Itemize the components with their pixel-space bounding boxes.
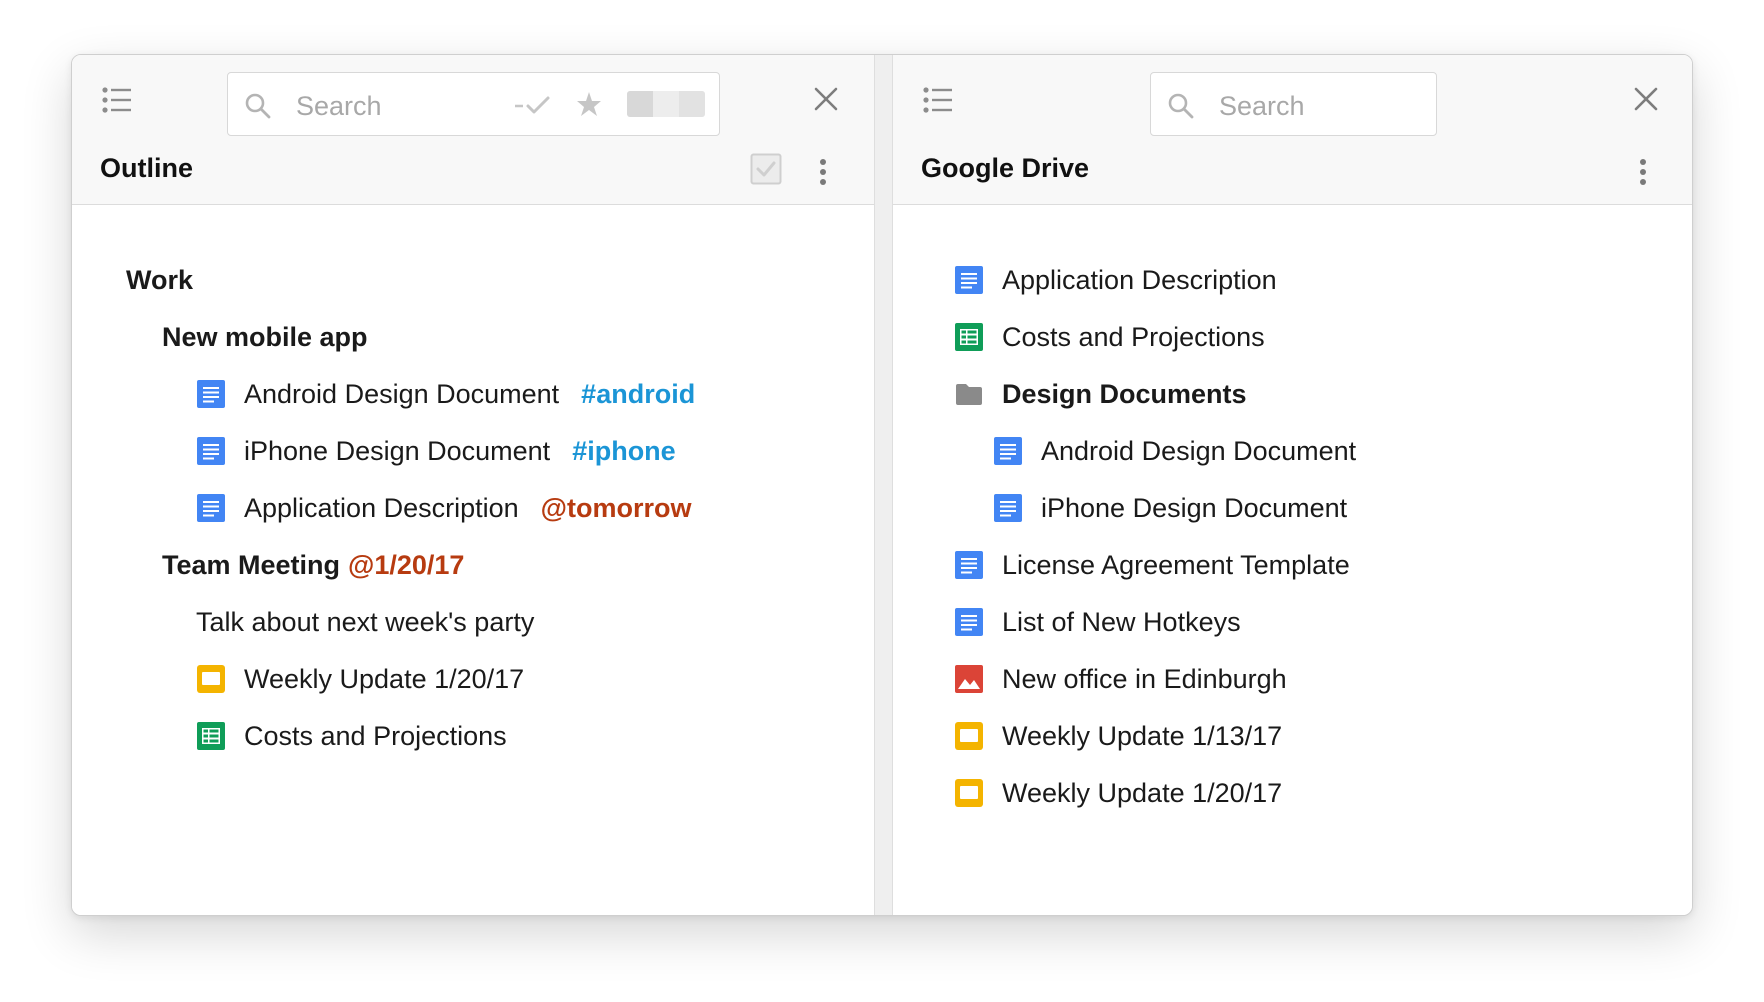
google-docs-icon xyxy=(954,265,984,295)
item-label: Work xyxy=(126,264,194,295)
list-view-icon[interactable] xyxy=(922,85,954,115)
google-docs-icon xyxy=(993,436,1023,466)
google-sheets-icon xyxy=(954,322,984,352)
google-docs-icon xyxy=(954,550,984,580)
view-toggle[interactable] xyxy=(627,91,705,117)
item-label: Android Design Document xyxy=(244,378,560,409)
date-mention[interactable]: @1/20/17 xyxy=(348,550,464,581)
drive-file[interactable]: License Agreement Template xyxy=(954,545,1350,585)
outline-search-box[interactable]: Search xyxy=(227,72,720,136)
outline-item[interactable]: New mobile app xyxy=(162,317,368,357)
more-menu-icon[interactable] xyxy=(1637,157,1649,187)
google-docs-icon xyxy=(196,493,226,523)
google-slides-icon xyxy=(954,778,984,808)
google-sheets-icon xyxy=(196,721,226,751)
file-name: Costs and Projections xyxy=(1002,321,1265,352)
pane-divider[interactable] xyxy=(874,55,893,915)
search-icon xyxy=(244,92,272,120)
outline-item[interactable]: Costs and Projections xyxy=(196,716,507,756)
close-icon[interactable] xyxy=(812,85,840,113)
item-label: Costs and Projections xyxy=(244,720,507,751)
folder-name: Design Documents xyxy=(1002,378,1247,409)
item-label: iPhone Design Document xyxy=(244,435,551,466)
pane-title: Outline xyxy=(100,153,193,183)
file-name: iPhone Design Document xyxy=(1041,492,1348,523)
drive-file[interactable]: List of New Hotkeys xyxy=(954,602,1241,642)
item-label: Talk about next week's party xyxy=(196,606,535,637)
item-label: Weekly Update 1/20/17 xyxy=(244,663,525,694)
google-slides-icon xyxy=(954,721,984,751)
hashtag[interactable]: #android xyxy=(581,379,695,410)
google-docs-icon xyxy=(196,379,226,409)
file-name: Android Design Document xyxy=(1041,435,1357,466)
drive-file[interactable]: Weekly Update 1/20/17 xyxy=(954,773,1282,813)
outline-item[interactable]: Team Meeting @1/20/17 xyxy=(162,545,464,585)
outline-item[interactable]: Application Description @tomorrow xyxy=(196,488,691,528)
app-window: Search Outline Work New mobile app Andro… xyxy=(71,54,1693,916)
file-name: Weekly Update 1/20/17 xyxy=(1002,777,1283,808)
date-mention[interactable]: @tomorrow xyxy=(541,493,692,524)
outline-item[interactable]: Talk about next week's party xyxy=(196,602,534,642)
drive-search-box[interactable]: Search xyxy=(1150,72,1437,136)
drive-folder[interactable]: Design Documents xyxy=(954,374,1247,414)
list-view-icon[interactable] xyxy=(101,85,133,115)
drive-file[interactable]: New office in Edinburgh xyxy=(954,659,1287,699)
outline-item[interactable]: Weekly Update 1/20/17 xyxy=(196,659,524,699)
google-slides-icon xyxy=(196,664,226,694)
drive-file[interactable]: Weekly Update 1/13/17 xyxy=(954,716,1282,756)
close-icon[interactable] xyxy=(1632,85,1660,113)
outline-pane-header: Search Outline xyxy=(72,55,874,205)
checkbox-square-icon[interactable] xyxy=(750,153,782,185)
google-docs-icon xyxy=(196,436,226,466)
drive-file[interactable]: Android Design Document xyxy=(993,431,1356,471)
outline-item[interactable]: Android Design Document #android xyxy=(196,374,695,414)
hashtag[interactable]: #iphone xyxy=(572,436,676,467)
search-input[interactable]: Search xyxy=(296,91,382,122)
file-name: Weekly Update 1/13/17 xyxy=(1002,720,1283,751)
outline-item[interactable]: Work xyxy=(126,260,193,300)
more-menu-icon[interactable] xyxy=(817,157,829,187)
drive-pane-header: Search Google Drive xyxy=(893,55,1692,205)
google-docs-icon xyxy=(993,493,1023,523)
outline-item[interactable]: iPhone Design Document #iphone xyxy=(196,431,676,471)
folder-icon xyxy=(954,379,984,409)
drive-file[interactable]: Application Description xyxy=(954,260,1277,300)
search-icon xyxy=(1167,92,1195,120)
item-label: Team Meeting xyxy=(162,549,341,580)
outline-pane: Search Outline Work New mobile app Andro… xyxy=(72,55,874,915)
file-name: List of New Hotkeys xyxy=(1002,606,1241,637)
item-label: Application Description xyxy=(244,492,519,523)
file-name: License Agreement Template xyxy=(1002,549,1350,580)
item-label: New mobile app xyxy=(162,321,368,352)
drive-pane: Search Google Drive Application Descript… xyxy=(893,55,1692,915)
drive-file[interactable]: iPhone Design Document xyxy=(993,488,1347,528)
search-input[interactable]: Search xyxy=(1219,91,1305,122)
completed-filter-icon[interactable] xyxy=(514,93,556,117)
star-filter-icon[interactable] xyxy=(576,90,602,118)
pane-title: Google Drive xyxy=(921,153,1090,183)
drive-file[interactable]: Costs and Projections xyxy=(954,317,1265,357)
image-file-icon xyxy=(954,664,984,694)
file-name: New office in Edinburgh xyxy=(1002,663,1287,694)
file-name: Application Description xyxy=(1002,264,1277,295)
google-docs-icon xyxy=(954,607,984,637)
